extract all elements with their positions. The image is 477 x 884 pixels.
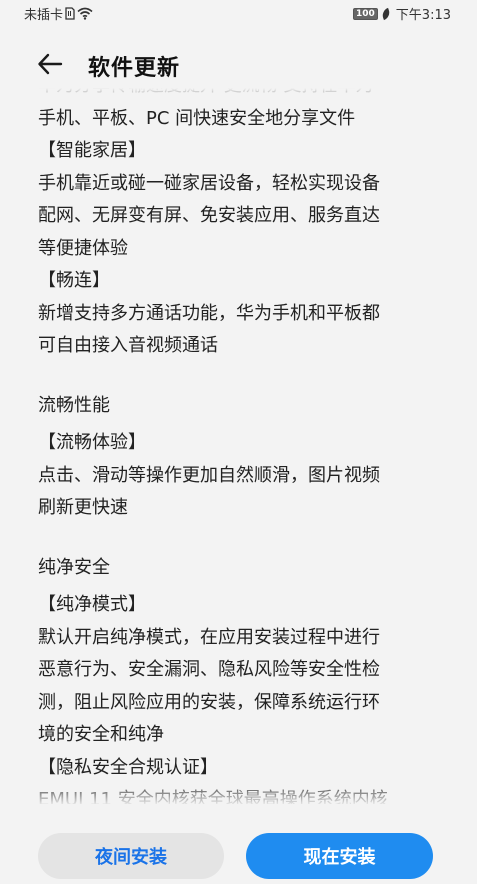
- release-note-line: 【隐私安全合规认证】: [38, 756, 218, 778]
- section-title-performance: 流畅性能: [38, 394, 110, 416]
- release-note-line: 恶意行为、安全漏洞、隐私风险等安全性检: [38, 659, 380, 680]
- app-header: 软件更新: [0, 40, 477, 90]
- release-note-line: 【畅连】: [38, 270, 110, 291]
- install-now-button[interactable]: 现在安装: [246, 833, 433, 879]
- wifi-icon: [77, 7, 93, 20]
- status-bar: 未插卡 100 下午3:13: [0, 0, 477, 26]
- release-note-line: 手机、平板、PC 间快速安全地分享文件: [38, 107, 356, 129]
- release-note-line: 刷新更快速: [38, 497, 128, 518]
- release-note-line: 【流畅体验】: [38, 432, 146, 453]
- release-note-line: 默认开启纯净模式，在应用安装过程中进行: [38, 626, 380, 648]
- release-note-line: 等便捷体验: [38, 237, 128, 259]
- power-saving-leaf-icon: [380, 7, 392, 20]
- release-note-line: 【纯净模式】: [38, 594, 146, 615]
- section-title-security: 纯净安全: [38, 556, 110, 578]
- action-bar: 夜间安装 现在安装: [0, 830, 477, 884]
- status-right: 100 下午3:13: [353, 4, 451, 23]
- battery-icon: 100: [353, 7, 378, 20]
- release-note-line: 点击、滑动等操作更加自然顺滑，图片视频: [38, 464, 380, 486]
- partial-bottom-line: EMUI 11 安全内核获全球最高操作系统内核: [38, 789, 388, 804]
- page-title: 软件更新: [88, 56, 181, 81]
- release-notes-scroll[interactable]: 华为分享传输速度提升·更流畅 支持在华为 手机、平板、PC 间快速安全地分享文件…: [0, 88, 477, 804]
- release-note-line: 测，阻止风险应用的安装，保障系统运行环: [38, 691, 380, 713]
- sim-card-icon: [65, 7, 75, 20]
- release-note-line: 手机靠近或碰一碰家居设备，轻松实现设备: [38, 172, 380, 194]
- status-left: 未插卡: [24, 4, 93, 23]
- battery-level: 100: [356, 8, 375, 19]
- release-note-line: 【智能家居】: [38, 140, 146, 161]
- partial-top-line: 华为分享传输速度提升·更流畅 支持在华为: [38, 88, 448, 103]
- sim-status: 未插卡: [24, 8, 64, 23]
- release-note-line: 境的安全和纯净: [38, 724, 164, 745]
- back-arrow-icon[interactable]: [36, 50, 64, 78]
- release-note-line: 可自由接入音视频通话: [38, 335, 218, 356]
- release-notes: 华为分享传输速度提升·更流畅 支持在华为 手机、平板、PC 间快速安全地分享文件…: [38, 88, 448, 804]
- night-install-button[interactable]: 夜间安装: [38, 833, 224, 879]
- release-note-line: 配网、无屏变有屏、免安装应用、服务直达: [38, 205, 380, 226]
- release-note-line: 新增支持多方通话功能，华为手机和平板都: [38, 302, 380, 324]
- clock: 下午3:13: [395, 8, 451, 23]
